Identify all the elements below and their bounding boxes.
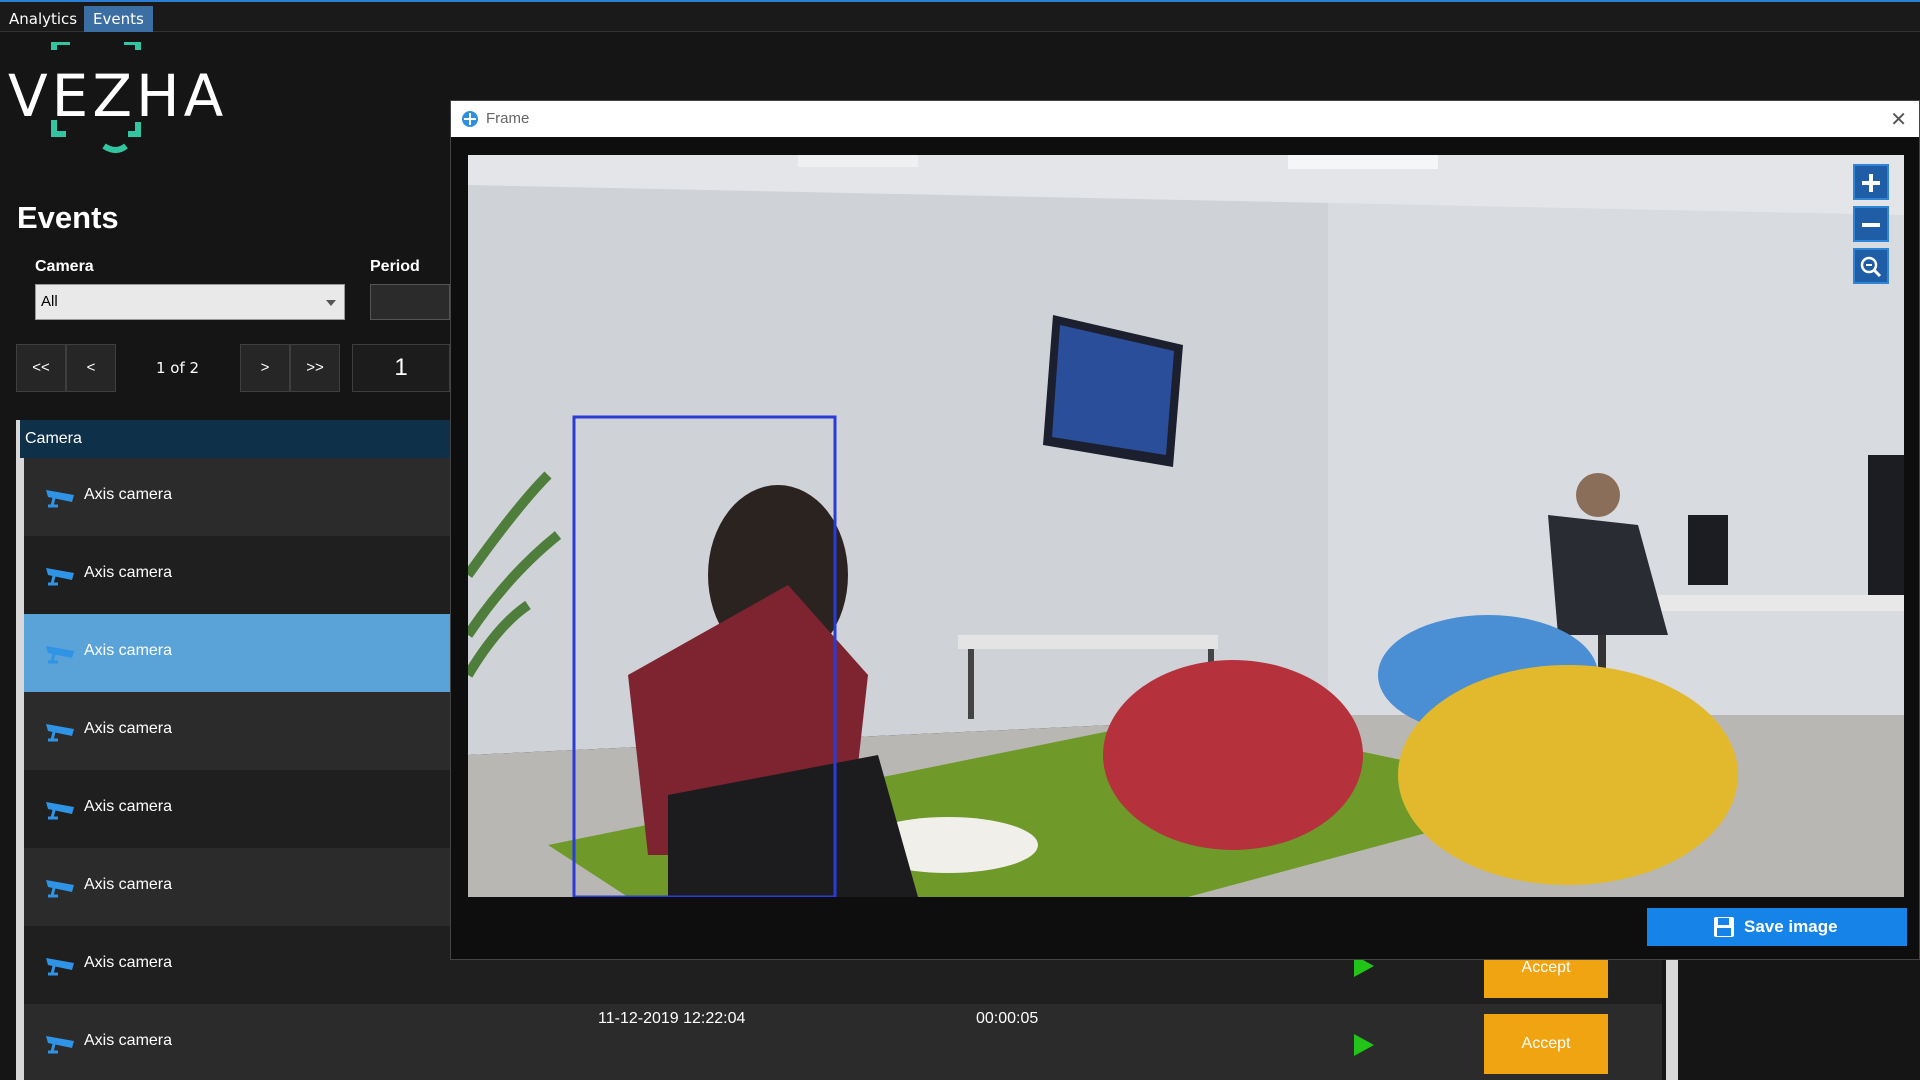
save-image-label: Save image [1744,917,1838,936]
security-camera-icon [46,802,74,820]
table-row[interactable]: Axis camera [24,536,450,614]
zoom-out-button[interactable] [1853,206,1889,242]
move-icon [462,111,478,127]
table-header-camera[interactable]: Camera [20,420,450,458]
chevron-down-icon [326,300,336,306]
table-left-edge [16,420,24,1080]
camera-select-value: All [41,293,58,310]
table-row-selected[interactable]: Axis camera [24,614,450,692]
floppy-disk-icon [1714,917,1734,937]
camera-name: Axis camera [84,876,173,893]
period-filter-label: Period [370,258,420,275]
camera-filter-label: Camera [35,258,94,275]
dialog-title: Frame [486,110,530,127]
vezha-logo: VEZHA [4,42,234,162]
frame-dialog: Frame ✕ [450,100,1920,960]
page-title: Events [17,200,119,235]
zoom-in-button[interactable] [1853,164,1889,200]
period-input[interactable] [370,284,450,320]
security-camera-icon [46,646,74,664]
zoom-reset-icon [1860,256,1882,278]
camera-name: Axis camera [84,564,173,581]
table-row[interactable]: Axis camera [24,458,450,536]
play-icon[interactable] [1354,1034,1374,1056]
page-number-input[interactable]: 1 [352,344,450,392]
tab-analytics[interactable]: Analytics [0,6,86,32]
event-duration: 00:00:05 [976,1010,1039,1027]
zoom-in-icon [1862,174,1880,192]
camera-name: Axis camera [84,798,173,815]
security-camera-icon [46,490,74,508]
camera-select[interactable]: All [35,284,345,320]
security-camera-icon [46,568,74,586]
zoom-reset-button[interactable] [1853,248,1889,284]
logo-text: VEZHA [8,62,228,130]
table-row[interactable]: Axis camera [24,1004,450,1080]
camera-name: Axis camera [84,486,173,503]
first-page-button[interactable]: << [16,344,66,392]
table-scrollbar[interactable] [1666,940,1678,1080]
pager-status: 1 of 2 [155,359,200,377]
camera-frame-image [468,155,1904,897]
save-image-button[interactable]: Save image [1647,908,1907,946]
top-tab-bar: Analytics Events [0,0,1920,32]
zoom-out-icon [1862,223,1880,227]
table-row[interactable]: Axis camera [24,770,450,848]
next-page-button[interactable]: > [240,344,290,392]
security-camera-icon [46,958,74,976]
security-camera-icon [46,880,74,898]
table-row[interactable]: Axis camera [24,926,450,1004]
camera-name: Axis camera [84,954,173,971]
prev-page-button[interactable]: < [66,344,116,392]
security-camera-icon [46,724,74,742]
camera-name: Axis camera [84,1032,173,1049]
table-row[interactable]: Axis camera [24,692,450,770]
camera-name: Axis camera [84,720,173,737]
last-page-button[interactable]: >> [290,344,340,392]
event-datetime: 11-12-2019 12:22:04 [598,1010,746,1027]
dialog-title-bar[interactable]: Frame ✕ [451,101,1919,137]
tab-events[interactable]: Events [84,6,153,32]
frame-image-viewer[interactable] [468,155,1904,897]
camera-name: Axis camera [84,642,173,659]
security-camera-icon [46,1036,74,1054]
close-icon[interactable]: ✕ [1890,107,1907,132]
accept-button[interactable]: Accept [1484,1014,1608,1074]
table-row[interactable]: Axis camera [24,848,450,926]
